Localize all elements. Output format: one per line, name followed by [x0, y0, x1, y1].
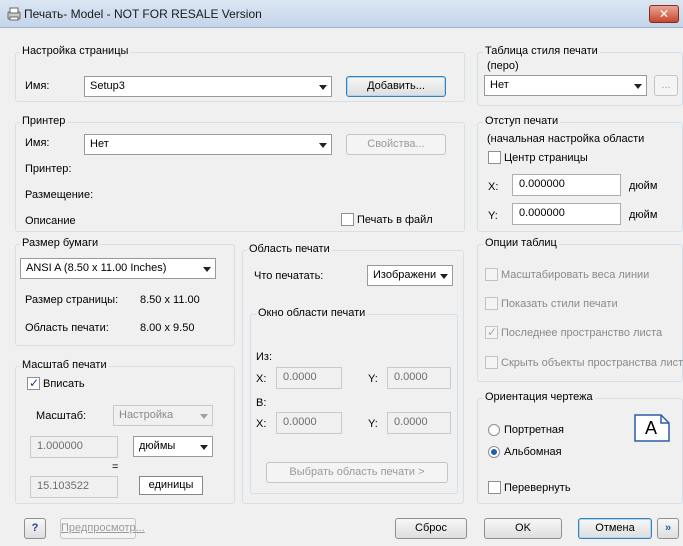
scale-value1-field[interactable]: 1.000000 — [30, 436, 118, 458]
chevron-down-icon — [634, 84, 642, 89]
center-page-label: Центр страницы — [504, 152, 588, 164]
scale-select[interactable]: Настройка — [113, 405, 213, 426]
to-x-field[interactable]: 0.0000 — [276, 412, 342, 434]
page-setup-name-value: Setup3 — [90, 80, 125, 92]
offset-x-field[interactable]: 0.000000 — [512, 174, 621, 196]
printer-name-select[interactable]: Нет — [84, 134, 332, 155]
print-area-title: Область печати — [247, 243, 332, 255]
offset-x-label: X: — [488, 181, 499, 193]
orientation-preview-letter: A — [645, 418, 658, 438]
plot-offset-title-line2: (начальная настройка области — [487, 133, 645, 145]
from-x-label: X: — [256, 373, 267, 385]
chevron-down-icon — [319, 85, 327, 90]
scale-lineweights-checkbox[interactable] — [485, 268, 498, 281]
offset-y-field[interactable]: 0.000000 — [512, 203, 621, 225]
offset-y-unit: дюйм — [629, 209, 658, 221]
paper-size-value: ANSI A (8.50 x 11.00 Inches) — [26, 262, 167, 274]
scale-label: Масштаб: — [36, 410, 87, 422]
page-setup-name-select[interactable]: Setup3 — [84, 76, 332, 97]
paper-size-select[interactable]: ANSI A (8.50 x 11.00 Inches) — [20, 258, 216, 279]
printer-name-value: Нет — [90, 138, 109, 150]
scale-unit1-select[interactable]: дюймы — [133, 436, 213, 457]
chevron-down-icon — [200, 414, 208, 419]
location-label: Размещение: — [25, 189, 94, 201]
ok-button[interactable]: OK — [484, 518, 562, 539]
print-to-file-label: Печать в файл — [357, 214, 433, 226]
reset-button[interactable]: Сброс — [395, 518, 467, 539]
scale-value2-field[interactable]: 15.103522 — [30, 476, 118, 498]
to-x-label: X: — [256, 418, 267, 430]
what-to-print-label: Что печатать: — [254, 270, 324, 282]
print-scale-title: Масштаб печати — [20, 359, 109, 371]
center-page-checkbox[interactable] — [488, 151, 501, 164]
edit-plot-style-button[interactable]: ... — [654, 75, 678, 96]
cancel-button[interactable]: Отмена — [578, 518, 652, 539]
add-page-setup-button[interactable]: Добавить... — [346, 76, 446, 97]
window-title: Печать- Model - NOT FOR RESALE Version — [24, 7, 262, 21]
to-y-label: Y: — [368, 418, 378, 430]
from-x-field[interactable]: 0.0000 — [276, 367, 342, 389]
print-area-size-label: Область печати: — [25, 322, 109, 334]
from-y-field[interactable]: 0.0000 — [387, 367, 451, 389]
offset-x-unit: дюйм — [629, 180, 658, 192]
hide-paperspace-objects-checkbox[interactable] — [485, 356, 498, 369]
portrait-label: Портретная — [504, 424, 564, 436]
what-to-print-select[interactable]: Изображени — [367, 265, 453, 286]
select-print-area-button[interactable]: Выбрать область печати > — [266, 462, 448, 483]
hide-paperspace-objects-label: Скрыть объекты пространства лист — [501, 357, 683, 369]
close-button[interactable]: ✕ — [649, 5, 679, 23]
scale-unit1-value: дюймы — [139, 440, 176, 452]
show-plot-styles-checkbox[interactable] — [485, 297, 498, 310]
fit-label: Вписать — [43, 378, 85, 390]
description-label: Описание — [25, 215, 76, 227]
printer-properties-button[interactable]: Свойства... — [346, 134, 446, 155]
from-y-label: Y: — [368, 373, 378, 385]
expand-button[interactable]: » — [657, 518, 679, 539]
printer-title: Принтер — [20, 115, 68, 127]
portrait-radio[interactable] — [488, 424, 500, 436]
paperspace-last-checkbox[interactable] — [485, 325, 498, 339]
show-plot-styles-label: Показать стили печати — [501, 298, 618, 310]
plot-style-select[interactable]: Нет — [484, 75, 647, 96]
paper-size-title: Размер бумаги — [20, 237, 101, 249]
flip-label: Перевернуть — [504, 482, 571, 494]
flip-checkbox[interactable] — [488, 481, 501, 494]
scale-lineweights-label: Масштабировать веса линии — [501, 269, 650, 281]
page-size-value: 8.50 x 11.00 — [140, 294, 200, 306]
printer-name-label: Имя: — [25, 137, 50, 149]
to-y-field[interactable]: 0.0000 — [387, 412, 451, 434]
chevron-down-icon — [319, 143, 327, 148]
printer-label: Принтер: — [25, 163, 72, 175]
paperspace-last-label: Последнее пространство листа — [501, 327, 663, 339]
print-window-title: Окно области печати — [256, 307, 368, 319]
plot-style-value: Нет — [490, 79, 509, 91]
orientation-preview-icon: A — [634, 414, 670, 442]
chevron-down-icon — [440, 274, 448, 279]
scale-unit2-label: единицы — [139, 476, 203, 495]
print-area-size-value: 8.00 x 9.50 — [140, 322, 195, 334]
app-icon — [6, 6, 22, 22]
preview-button[interactable]: Предпросмотр... — [60, 518, 145, 539]
scale-value: Настройка — [119, 409, 174, 421]
page-size-label: Размер страницы: — [25, 294, 119, 306]
chevron-down-icon — [203, 267, 211, 272]
from-label: Из: — [256, 351, 273, 363]
fit-checkbox[interactable] — [27, 376, 40, 390]
table-options-title: Опции таблиц — [483, 237, 559, 249]
plot-style-title-line2: (перо) — [487, 60, 519, 72]
what-to-print-value: Изображени — [373, 269, 437, 281]
print-to-file-checkbox[interactable] — [341, 213, 354, 226]
orientation-title: Ориентация чертежа — [483, 391, 595, 403]
to-label: В: — [256, 397, 267, 409]
equals-sign: = — [112, 461, 119, 473]
help-button[interactable]: ? — [24, 518, 46, 539]
landscape-radio[interactable] — [488, 446, 500, 458]
landscape-label: Альбомная — [504, 446, 562, 458]
page-setup-name-label: Имя: — [25, 80, 50, 92]
chevron-down-icon — [200, 445, 208, 450]
page-setup-title: Настройка страницы — [20, 45, 131, 57]
plot-style-title-line1: Таблица стиля печати — [483, 45, 600, 57]
offset-y-label: Y: — [488, 210, 498, 222]
plot-offset-title-line1: Отступ печати — [483, 115, 561, 127]
